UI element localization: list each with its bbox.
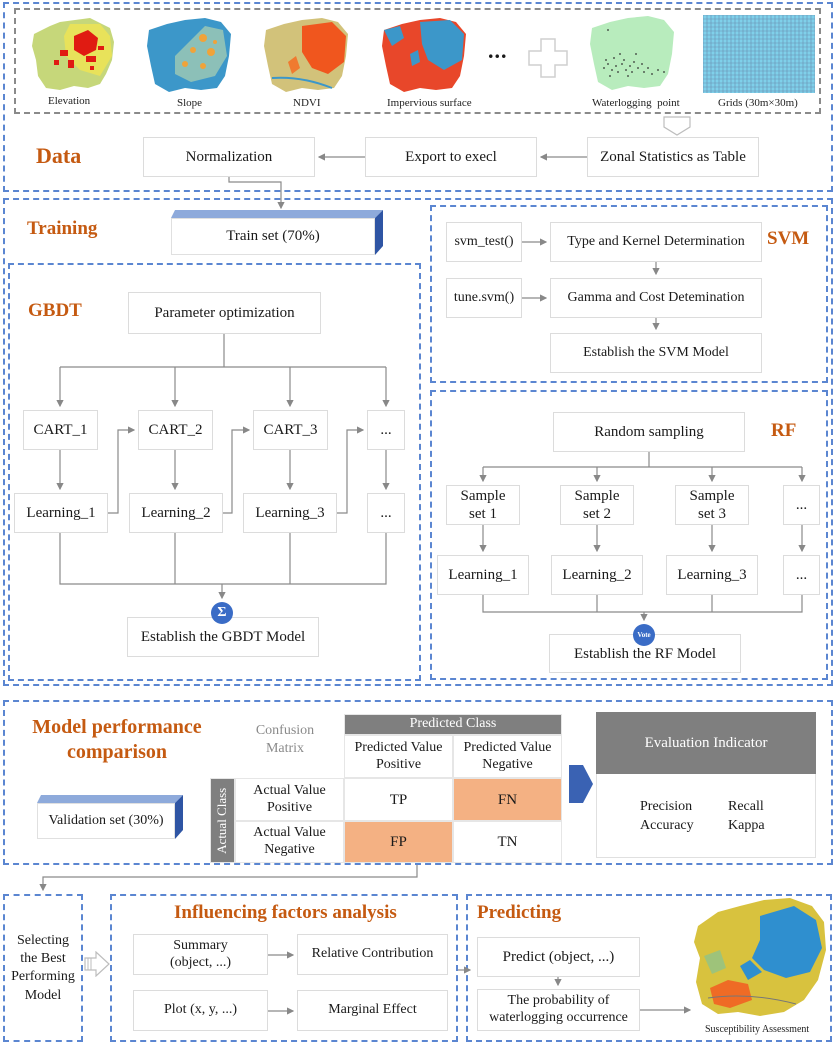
fp-cell: FP: [344, 821, 453, 863]
gbdt-learning-1-box: Learning_1: [14, 493, 108, 533]
confusion-label-line2: Matrix: [265, 741, 305, 757]
susceptibility-caption: Susceptibility Assessment: [705, 1024, 810, 1035]
normalization-box: Normalization: [143, 137, 315, 177]
svm-test-box: svm_test(): [446, 222, 522, 262]
susceptibility-map: [694, 898, 826, 1016]
sample-set-1-box: Sample set 1: [446, 485, 520, 525]
metric-precision: Precision: [640, 799, 693, 814]
cart-3-box: CART_3: [253, 410, 328, 450]
type-kernel-box: Type and Kernel Determination: [550, 222, 762, 262]
metric-kappa: Kappa: [728, 818, 765, 833]
rf-learning-3-box: Learning_3: [666, 555, 758, 595]
zonal-statistics-box: Zonal Statistics as Table: [587, 137, 759, 177]
marginal-effect-box: Marginal Effect: [297, 990, 448, 1031]
metric-recall: Recall: [728, 799, 764, 814]
export-box: Export to execl: [365, 137, 537, 177]
rf-learning-1-box: Learning_1: [437, 555, 529, 595]
gamma-cost-box: Gamma and Cost Detemination: [550, 278, 762, 318]
predicted-positive-header: Predicted Value Positive: [344, 735, 453, 778]
right-arrow-icon: [569, 765, 593, 803]
rf-learning-more-box: ...: [783, 555, 820, 595]
random-sampling-box: Random sampling: [553, 412, 745, 452]
confusion-matrix-label: Confusion Matrix: [240, 722, 330, 758]
tune-svm-box: tune.svm(): [446, 278, 522, 318]
data-title: Data: [36, 143, 82, 168]
actual-negative-header: Actual Value Negative: [235, 821, 344, 863]
impervious-surface-map: [382, 18, 466, 92]
svm-title: SVM: [767, 228, 810, 249]
waterlogging-point-label: Waterlogging point: [592, 97, 680, 109]
hollow-right-arrow-icon: [84, 951, 110, 977]
selecting-label: Selecting the Best Performing Model: [11, 933, 75, 1003]
cart-2-box: CART_2: [138, 410, 213, 450]
vote-icon: Vote: [633, 624, 655, 646]
sum-icon: Σ: [211, 602, 233, 624]
plot-box: Plot (x, y, ...): [133, 990, 268, 1031]
performance-title-line2: comparison: [67, 741, 167, 763]
waterlogging-point-map: [590, 16, 674, 90]
grids-label: Grids (30m×30m): [718, 97, 798, 109]
down-arrow-icon: [663, 116, 691, 136]
performance-title: Model performance comparison: [22, 715, 212, 765]
cart-1-box: CART_1: [23, 410, 98, 450]
training-title: Training: [27, 218, 98, 239]
relative-contribution-box: Relative Contribution: [297, 934, 448, 975]
grids-map: [703, 15, 815, 93]
train-set-bar: Train set (70%): [171, 210, 383, 255]
tn-cell: TN: [453, 821, 562, 863]
gbdt-learning-3-box: Learning_3: [243, 493, 337, 533]
gbdt-learning-more-box: ...: [367, 493, 405, 533]
slope-map: [147, 18, 231, 92]
predicted-class-header: Predicted Class: [344, 714, 562, 735]
elevation-label: Elevation: [48, 95, 91, 107]
tp-cell: TP: [344, 778, 453, 821]
performance-title-line1: Model performance: [32, 716, 202, 738]
predicting-title: Predicting: [477, 902, 562, 923]
cart-more-box: ...: [367, 410, 405, 450]
predict-box: Predict (object, ...): [477, 937, 640, 977]
ndvi-map: [264, 18, 348, 92]
predicted-negative-header: Predicted Value Negative: [453, 735, 562, 778]
sample-set-3-box: Sample set 3: [675, 485, 749, 525]
plus-icon: [528, 38, 568, 78]
validation-set-label: Validation set (30%): [37, 803, 175, 839]
gbdt-title: GBDT: [28, 300, 82, 321]
gbdt-learning-2-box: Learning_2: [129, 493, 223, 533]
actual-positive-header: Actual Value Positive: [235, 778, 344, 821]
summary-box: Summary (object, ...): [133, 934, 268, 975]
validation-set-bar: Validation set (30%): [37, 795, 183, 839]
sample-set-2-box: Sample set 2: [560, 485, 634, 525]
parameter-optimization-box: Parameter optimization: [128, 292, 321, 334]
evaluation-indicator-header: Evaluation Indicator: [596, 712, 816, 774]
influencing-title: Influencing factors analysis: [174, 902, 397, 923]
ndvi-label: NDVI: [293, 97, 321, 109]
probability-box: The probability of waterlogging occurren…: [477, 989, 640, 1031]
actual-class-header: Actual Class: [210, 778, 235, 863]
confusion-label-line1: Confusion: [255, 723, 315, 738]
sample-set-more-box: ...: [783, 485, 820, 525]
rf-title: RF: [771, 420, 797, 441]
elevation-map: [32, 18, 114, 90]
impervious-surface-label: Impervious surface: [387, 97, 472, 109]
fn-cell: FN: [453, 778, 562, 821]
ellipsis: ...: [488, 38, 508, 63]
actual-class-label: Actual Class: [214, 787, 230, 854]
train-set-label: Train set (70%): [171, 218, 375, 255]
establish-svm-box: Establish the SVM Model: [550, 333, 762, 373]
rf-learning-2-box: Learning_2: [551, 555, 643, 595]
slope-label: Slope: [177, 97, 203, 109]
metric-accuracy: Accuracy: [640, 818, 694, 833]
